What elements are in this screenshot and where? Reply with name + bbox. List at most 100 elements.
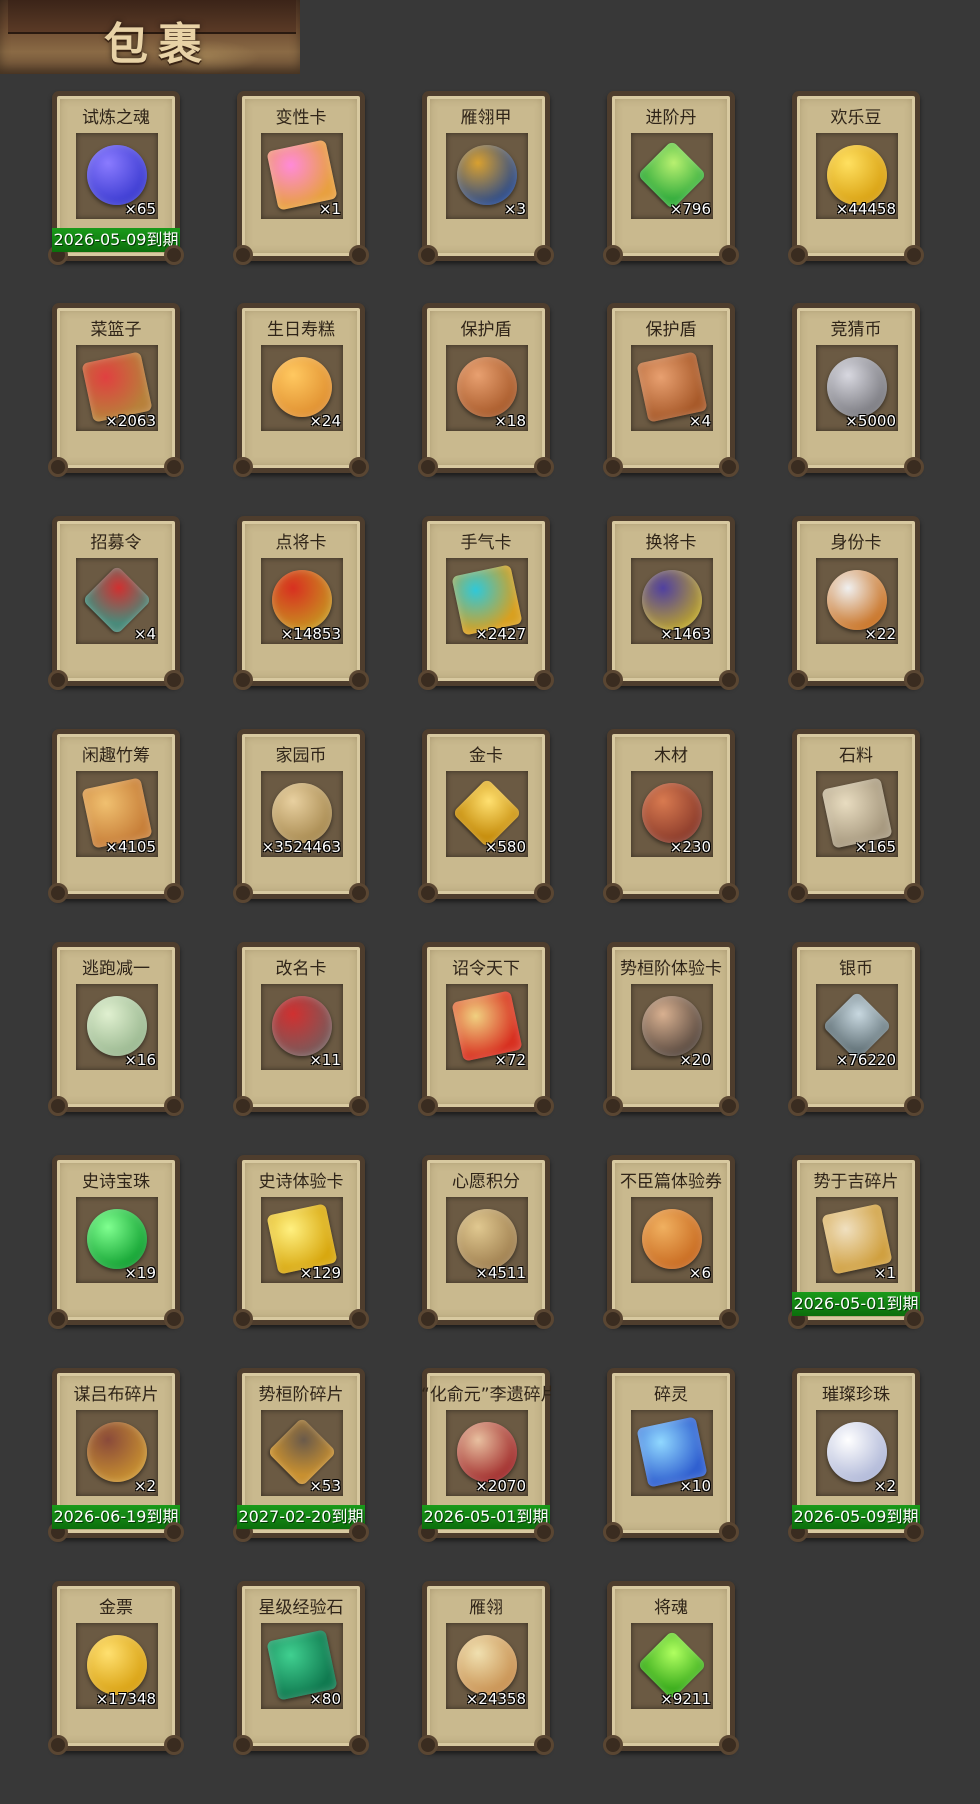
- inventory-item[interactable]: 身份卡 ×22: [788, 516, 924, 690]
- pearl-icon: [827, 1422, 887, 1482]
- inventory-item[interactable]: 变性卡 ×1: [233, 91, 369, 265]
- item-name: 换将卡: [645, 533, 697, 553]
- item-icon-frame: ×2070: [446, 1410, 528, 1496]
- item-icon-frame: ×53: [261, 1410, 343, 1496]
- expiry-date-badge: 2027-02-20到期: [237, 1505, 365, 1529]
- inventory-item[interactable]: 菜篮子 ×2063: [48, 303, 184, 477]
- inventory-item[interactable]: 史诗宝珠 ×19: [48, 1155, 184, 1329]
- item-name: 将魂: [654, 1598, 688, 1618]
- swap-general-card-icon: [642, 570, 702, 630]
- item-name: 石料: [839, 746, 873, 766]
- inventory-item[interactable]: 势桓阶碎片 ×53 2027-02-20到期: [233, 1368, 369, 1542]
- inventory-item[interactable]: 闲趣竹筹 ×4105: [48, 729, 184, 903]
- item-count: ×18: [494, 412, 526, 430]
- timber-icon: [642, 783, 702, 843]
- item-name: 星级经验石: [258, 1598, 344, 1618]
- inventory-item[interactable]: 欢乐豆 ×44458: [788, 91, 924, 265]
- item-icon-frame: ×4105: [76, 771, 158, 857]
- inventory-item[interactable]: 木材 ×230: [603, 729, 739, 903]
- identity-mask-card-icon: [827, 570, 887, 630]
- item-icon-frame: ×80: [261, 1623, 343, 1709]
- inventory-item[interactable]: 试炼之魂 ×65 2026-05-09到期: [48, 91, 184, 265]
- inventory-item[interactable]: 换将卡 ×1463: [603, 516, 739, 690]
- puzzle-fragment-icon: [87, 1422, 147, 1482]
- item-count: ×1463: [660, 625, 711, 643]
- inventory-item[interactable]: 势于吉碎片 ×1 2026-05-01到期: [788, 1155, 924, 1329]
- inventory-item[interactable]: 史诗体验卡 ×129: [233, 1155, 369, 1329]
- item-name: 点将卡: [275, 533, 327, 553]
- item-count: ×3524463: [261, 838, 341, 856]
- item-name: 金卡: [469, 746, 503, 766]
- inventory-item[interactable]: 家园币 ×3524463: [233, 729, 369, 903]
- item-icon-frame: ×20: [631, 984, 713, 1070]
- inventory-item[interactable]: 保护盾 ×18: [418, 303, 554, 477]
- item-icon-frame: ×4: [76, 558, 158, 644]
- item-icon-frame: ×22: [816, 558, 898, 644]
- item-count: ×16: [124, 1051, 156, 1069]
- inventory-item[interactable]: 逃跑减一 ×16: [48, 942, 184, 1116]
- inventory-item[interactable]: 碎灵 ×10: [603, 1368, 739, 1542]
- item-name: 心愿积分: [452, 1172, 520, 1192]
- inventory-item[interactable]: 势桓阶体验卡 ×20: [603, 942, 739, 1116]
- item-count: ×580: [484, 838, 526, 856]
- item-icon-frame: ×76220: [816, 984, 898, 1070]
- item-count: ×165: [854, 838, 896, 856]
- hero-portrait-icon: [642, 996, 702, 1056]
- inventory-item[interactable]: 璀璨珍珠 ×2 2026-05-09到期: [788, 1368, 924, 1542]
- item-name: “化俞元”李遗碎片: [421, 1385, 551, 1405]
- item-icon-frame: ×44458: [816, 133, 898, 219]
- inventory-item[interactable]: 谋吕布碎片 ×2 2026-06-19到期: [48, 1368, 184, 1542]
- item-name: 银币: [839, 959, 873, 979]
- item-icon-frame: ×2: [76, 1410, 158, 1496]
- item-name: 雁翎甲: [460, 108, 512, 128]
- gold-ticket-icon: [87, 1635, 147, 1695]
- item-count: ×2: [133, 1477, 156, 1495]
- item-count: ×17348: [95, 1690, 156, 1708]
- item-name: 势于吉碎片: [813, 1172, 899, 1192]
- inventory-item[interactable]: “化俞元”李遗碎片 ×2070 2026-05-01到期: [418, 1368, 554, 1542]
- item-count: ×4511: [475, 1264, 526, 1282]
- inventory-item[interactable]: 不臣篇体验券 ×6: [603, 1155, 739, 1329]
- item-icon-frame: ×65: [76, 133, 158, 219]
- item-icon-frame: ×1: [261, 133, 343, 219]
- inventory-item[interactable]: 手气卡 ×2427: [418, 516, 554, 690]
- inventory-item[interactable]: 改名卡 ×11: [233, 942, 369, 1116]
- expiry-date-badge: 2026-05-09到期: [792, 1505, 920, 1529]
- inventory-item[interactable]: 保护盾 ×4: [603, 303, 739, 477]
- jade-tag-icon: [87, 996, 147, 1056]
- item-icon-frame: ×11: [261, 984, 343, 1070]
- item-icon-frame: ×4511: [446, 1197, 528, 1283]
- inventory-item[interactable]: 进阶丹 ×796: [603, 91, 739, 265]
- inventory-item[interactable]: 诏令天下 ×72: [418, 942, 554, 1116]
- item-count: ×4: [133, 625, 156, 643]
- inventory-item[interactable]: 将魂 ×9211: [603, 1581, 739, 1755]
- inventory-item[interactable]: 金票 ×17348: [48, 1581, 184, 1755]
- inventory-item[interactable]: 生日寿糕 ×24: [233, 303, 369, 477]
- inventory-item[interactable]: 金卡 ×580: [418, 729, 554, 903]
- item-count: ×20: [679, 1051, 711, 1069]
- inventory-item[interactable]: 雁翎 ×24358: [418, 1581, 554, 1755]
- item-icon-frame: ×17348: [76, 1623, 158, 1709]
- item-icon-frame: ×2427: [446, 558, 528, 644]
- item-name: 身份卡: [830, 533, 882, 553]
- item-icon-frame: ×1463: [631, 558, 713, 644]
- inventory-item[interactable]: 石料 ×165: [788, 729, 924, 903]
- item-name: 势桓阶体验卡: [620, 959, 722, 979]
- inventory-item[interactable]: 银币 ×76220: [788, 942, 924, 1116]
- item-count: ×4: [688, 412, 711, 430]
- inventory-item[interactable]: 星级经验石 ×80: [233, 1581, 369, 1755]
- silver-coin-icon: [827, 357, 887, 417]
- feather-icon: [457, 1635, 517, 1695]
- item-count: ×22: [864, 625, 896, 643]
- inventory-item[interactable]: 招募令 ×4: [48, 516, 184, 690]
- item-icon-frame: ×16: [76, 984, 158, 1070]
- inventory-item[interactable]: 点将卡 ×14853: [233, 516, 369, 690]
- item-name: 逃跑减一: [82, 959, 150, 979]
- inventory-item[interactable]: 雁翎甲 ×3: [418, 91, 554, 265]
- inventory-item[interactable]: 心愿积分 ×4511: [418, 1155, 554, 1329]
- item-name: 试炼之魂: [82, 108, 150, 128]
- item-name: 菜篮子: [90, 320, 142, 340]
- item-count: ×10: [679, 1477, 711, 1495]
- item-count: ×6: [688, 1264, 711, 1282]
- inventory-item[interactable]: 竞猜币 ×5000: [788, 303, 924, 477]
